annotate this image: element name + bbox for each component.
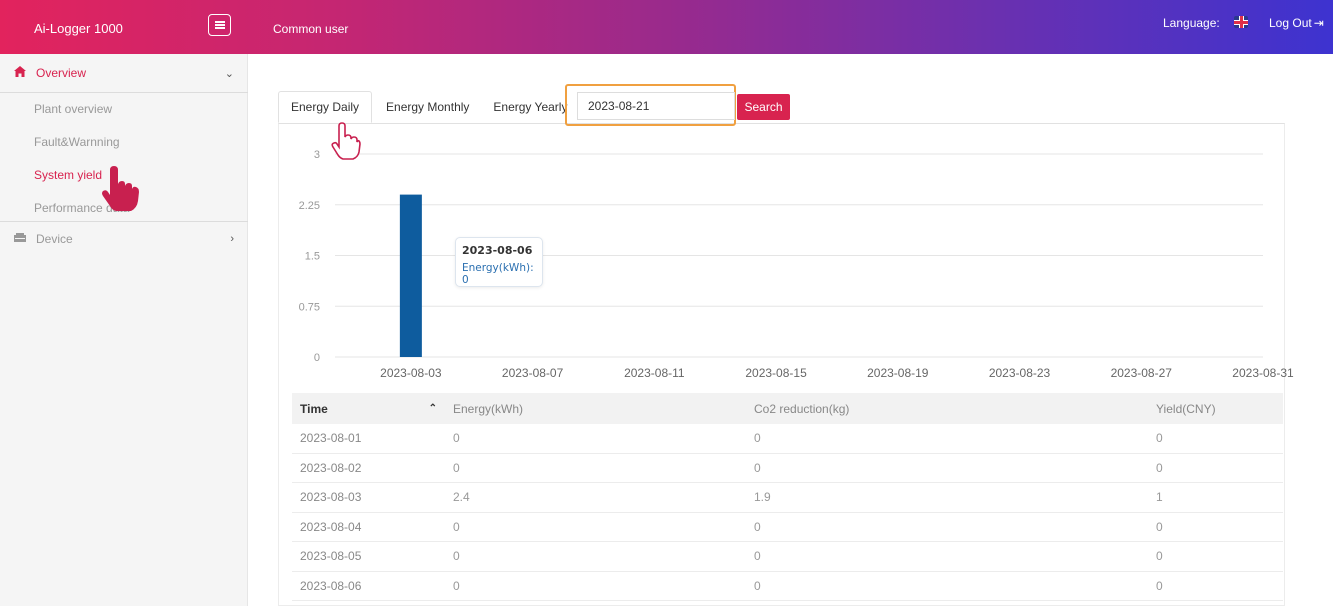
- table-cell: 0: [1156, 578, 1163, 593]
- sidebar-group-device: Device ›: [0, 221, 248, 257]
- table-cell: 0: [453, 519, 460, 534]
- uk-flag-icon[interactable]: [1234, 16, 1248, 28]
- sidebar-group-overview: Overview ⌄: [0, 54, 248, 92]
- column-header-energy: Energy(kWh): [445, 402, 746, 416]
- table-cell: 1.9: [754, 490, 771, 505]
- x-tick-label: 2023-08-03: [380, 366, 442, 380]
- sort-asc-icon[interactable]: ⌃: [429, 403, 437, 414]
- table-cell: 0: [453, 578, 460, 593]
- hamburger-icon: [214, 21, 225, 29]
- header-label: Co2 reduction(kg): [754, 401, 850, 416]
- tooltip-value: Energy(kWh): 0: [462, 262, 534, 286]
- table-cell: 0: [754, 460, 761, 475]
- chevron-down-icon: ⌄: [224, 67, 234, 80]
- table-row: 2023-08-04 0 0 0: [292, 513, 1283, 542]
- y-tick-label: 3: [314, 149, 320, 161]
- menu-toggle-button[interactable]: [208, 14, 231, 36]
- chart-tooltip: 2023-08-06 Energy(kWh): 0: [455, 237, 543, 287]
- table-cell: 0: [453, 431, 460, 446]
- pointer-hand-icon: [331, 122, 361, 160]
- main-content: Energy Daily Energy Monthly Energy Yearl…: [248, 54, 1333, 606]
- table-cell: 2023-08-04: [300, 519, 362, 534]
- sidebar-item-device[interactable]: Device ›: [0, 221, 248, 257]
- table-header: Time ⌃ Energy(kWh) Co2 reduction(kg) Yiel…: [292, 393, 1283, 424]
- header-label: Energy(kWh): [453, 401, 524, 416]
- sidebar-item-label: Plant overview: [34, 101, 113, 116]
- table-cell: 2.4: [453, 490, 470, 505]
- y-tick-label: 1.5: [305, 251, 320, 263]
- table-cell: 2023-08-06: [300, 578, 362, 593]
- table-cell: 0: [1156, 519, 1163, 534]
- table-cell: 0: [1156, 460, 1163, 475]
- table-row: 2023-08-06 0 0 0: [292, 572, 1283, 601]
- table-row: 2023-08-03 2.4 1.9 1: [292, 483, 1283, 513]
- sidebar-item-overview[interactable]: Overview ⌄: [0, 54, 248, 92]
- sidebar: Overview ⌄ Plant overview Fault&Warnning…: [0, 54, 248, 606]
- table-cell: 0: [1156, 431, 1163, 446]
- sidebar-item-label: Overview: [36, 66, 87, 80]
- column-header-yield: Yield(CNY): [1148, 402, 1283, 416]
- x-tick-label: 2023-08-31: [1232, 366, 1294, 380]
- tooltip-date: 2023-08-06: [462, 244, 533, 257]
- top-header: Ai-Logger 1000 Common user Language: Log…: [0, 0, 1333, 54]
- table-cell: 2023-08-03: [300, 490, 362, 505]
- x-tick-label: 2023-08-07: [502, 366, 564, 380]
- x-tick-label: 2023-08-11: [624, 366, 685, 380]
- logout-label: Log Out: [1269, 16, 1312, 30]
- column-header-time[interactable]: Time ⌃: [292, 402, 445, 416]
- y-tick-label: 2.25: [299, 200, 320, 212]
- chevron-right-icon: ›: [230, 233, 234, 245]
- sidebar-item-label: Fault&Warnning: [34, 134, 120, 149]
- y-tick-label: 0.75: [299, 301, 320, 313]
- user-role: Common user: [273, 22, 349, 36]
- app-title: Ai-Logger 1000: [34, 21, 123, 36]
- header-label: Yield(CNY): [1156, 401, 1216, 416]
- table-cell: 0: [754, 431, 761, 446]
- logout-icon: ⇥: [1313, 16, 1324, 30]
- table-cell: 0: [453, 460, 460, 475]
- table-cell: 0: [754, 549, 761, 564]
- energy-daily-chart: 0 0.75 1.5 2.25 3 2023-08-03 2023-08-07 2023-08…: [299, 149, 1294, 380]
- table-body: 2023-08-01 0 0 0 2023-08-02 0 0 0 2023-08-03 2.4 1…: [292, 424, 1283, 601]
- table-cell: 0: [754, 519, 761, 534]
- table-cell: 2023-08-02: [300, 460, 362, 475]
- table-cell: 2023-08-01: [300, 431, 362, 446]
- yield-table: Time ⌃ Energy(kWh) Co2 reduction(kg) Yiel…: [292, 393, 1283, 601]
- x-tick-label: 2023-08-15: [745, 366, 807, 380]
- y-tick-label: 0: [314, 352, 320, 364]
- table-row: 2023-08-05 0 0 0: [292, 542, 1283, 572]
- logout-link[interactable]: Log Out ⇥: [1269, 16, 1324, 30]
- sidebar-item-plant-overview[interactable]: Plant overview: [0, 92, 248, 125]
- x-tick-label: 2023-08-19: [867, 366, 929, 380]
- header-label: Time: [300, 401, 328, 416]
- home-icon: [14, 66, 28, 80]
- language-label: Language:: [1163, 16, 1220, 30]
- table-row: 2023-08-01 0 0 0: [292, 424, 1283, 454]
- table-cell: 0: [1156, 549, 1163, 564]
- pointer-hand-icon: [102, 166, 139, 211]
- sidebar-item-label: Device: [36, 232, 73, 246]
- table-cell: 0: [453, 549, 460, 564]
- column-header-co2: Co2 reduction(kg): [746, 402, 1148, 416]
- table-cell: 2023-08-05: [300, 549, 362, 564]
- table-cell: 0: [754, 578, 761, 593]
- x-tick-label: 2023-08-27: [1111, 366, 1173, 380]
- x-tick-label: 2023-08-23: [989, 366, 1051, 380]
- device-icon: [14, 232, 28, 246]
- sidebar-item-fault-warning[interactable]: Fault&Warnning: [0, 125, 248, 158]
- bar-2023-08-03: [399, 194, 422, 357]
- table-cell: 1: [1156, 490, 1163, 505]
- table-row: 2023-08-02 0 0 0: [292, 454, 1283, 483]
- sidebar-item-label: System yield: [34, 167, 103, 182]
